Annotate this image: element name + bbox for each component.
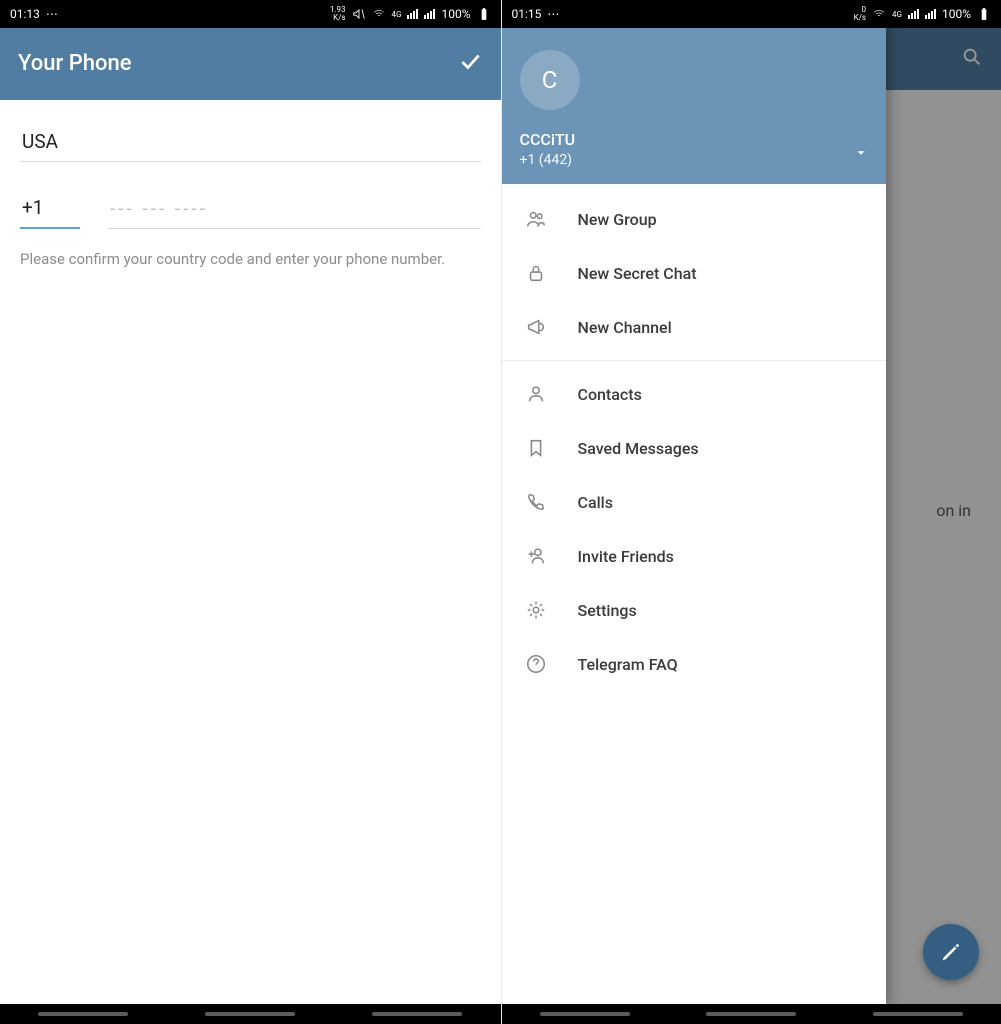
mute-icon [872,7,886,21]
battery-text: 100% [441,7,470,21]
menu-label: New Secret Chat [578,264,697,283]
person-icon [524,382,548,406]
menu-new-secret-chat[interactable]: New Secret Chat [502,246,886,300]
menu-saved-messages[interactable]: Saved Messages [502,421,886,475]
android-navbar [0,1004,501,1024]
login-form: Please confirm your country code and ent… [0,100,501,277]
divider [502,360,886,361]
country-input[interactable] [20,124,481,162]
menu-new-channel[interactable]: New Channel [502,300,886,354]
screen-your-phone: 01:13 ⋯ 1.93K/s 4G 100% Your Phone [0,0,501,1024]
menu-telegram-faq[interactable]: Telegram FAQ [502,637,886,691]
bookmark-icon [524,436,548,460]
status-bar: 01:13 ⋯ 1.93K/s 4G 100% [0,0,501,28]
menu-label: Calls [578,493,613,512]
group-icon [524,207,548,231]
menu-label: Contacts [578,385,642,404]
menu-new-group[interactable]: New Group [502,192,886,246]
drawer-header[interactable]: C CCCiTU +1 (442) [502,28,886,184]
menu-settings[interactable]: Settings [502,583,886,637]
app-header: Your Phone [0,28,501,100]
add-user-icon [524,544,548,568]
menu-label: Telegram FAQ [578,655,678,674]
confirm-button[interactable] [457,48,483,78]
gear-icon [524,598,548,622]
battery-icon [477,7,491,21]
signal-icon [407,9,418,19]
menu-calls[interactable]: Calls [502,475,886,529]
menu-label: Invite Friends [578,547,674,566]
help-icon [524,652,548,676]
android-navbar [502,1004,1001,1024]
signal-icon-2 [925,9,936,19]
mute-icon [352,7,366,21]
expand-accounts-button[interactable] [854,145,868,164]
lock-icon [524,261,548,285]
status-dots-icon: ⋯ [547,7,559,21]
page-title: Your Phone [18,51,131,76]
signal-icon-2 [424,9,435,19]
battery-icon [977,7,991,21]
screen-drawer: 01:15 ⋯ 0K/s 4G 100% on in [501,0,1001,1024]
status-bar: 01:15 ⋯ 0K/s 4G 100% [502,0,1001,28]
status-dots-icon: ⋯ [46,7,58,21]
hint-text: Please confirm your country code and ent… [20,249,481,269]
phone-input[interactable] [108,191,481,229]
avatar[interactable]: C [520,50,580,110]
signal-icon [908,9,919,19]
nav-drawer: C CCCiTU +1 (442) New Group New Secret C… [502,28,886,1004]
menu-label: New Channel [578,318,672,337]
menu-label: Settings [578,601,637,620]
dialcode-input[interactable] [20,190,80,229]
megaphone-icon [524,315,548,339]
compose-fab[interactable] [923,924,979,980]
menu-label: Saved Messages [578,439,699,458]
profile-phone: +1 (442) [520,152,868,168]
drawer-list: New Group New Secret Chat New Channel Co… [502,184,886,1004]
profile-name: CCCiTU [520,130,868,149]
status-time: 01:15 [512,7,542,21]
menu-label: New Group [578,210,657,229]
phone-icon [524,490,548,514]
menu-invite-friends[interactable]: Invite Friends [502,529,886,583]
wifi-icon [372,7,386,21]
status-time: 01:13 [10,7,40,21]
battery-text: 100% [942,7,971,21]
menu-contacts[interactable]: Contacts [502,367,886,421]
